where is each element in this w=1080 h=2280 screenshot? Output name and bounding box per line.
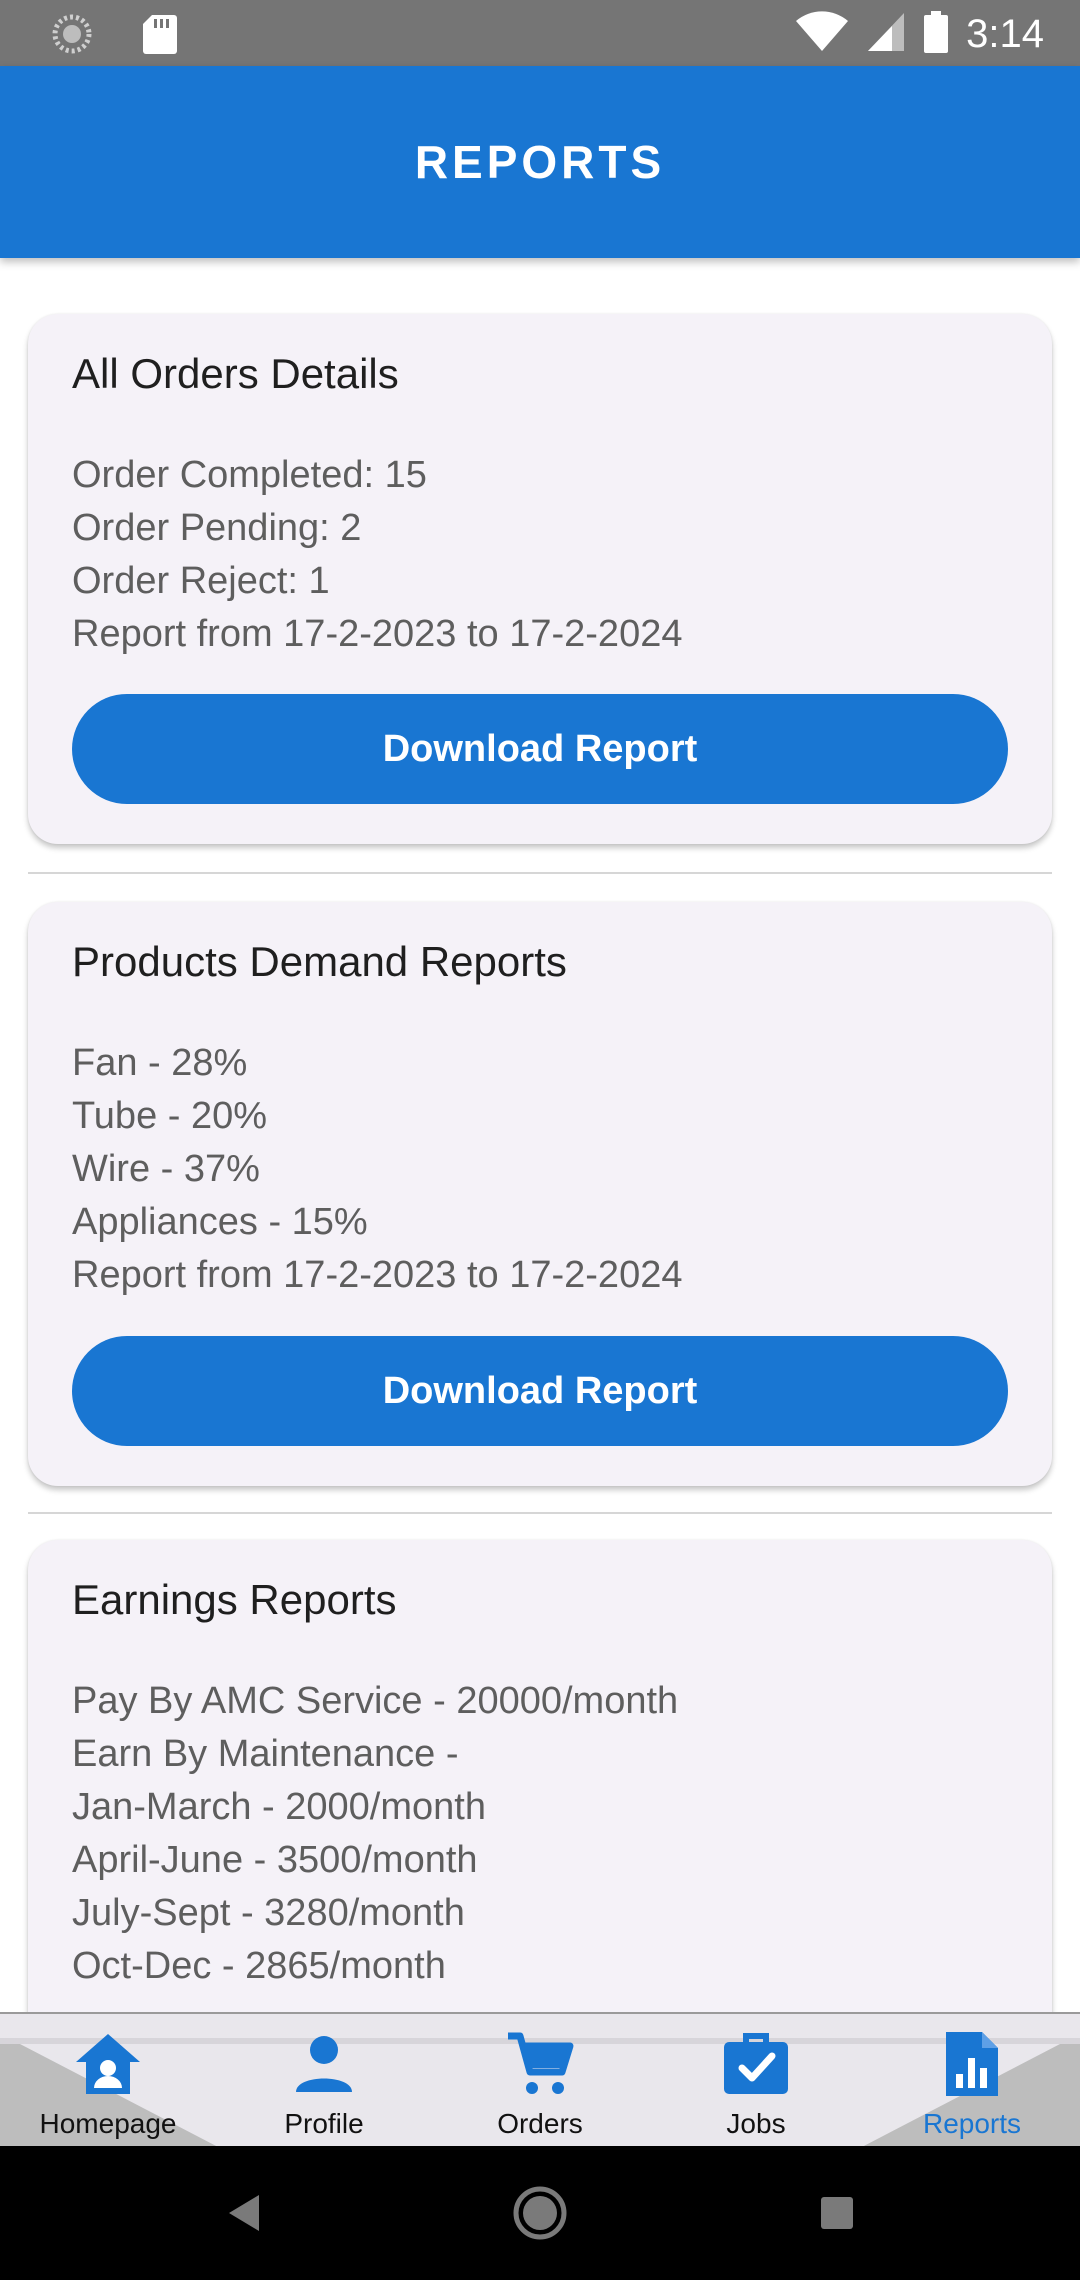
report-range-text: Report from 17-2-2023 to 17-2-2024: [72, 1254, 683, 1296]
card-title: Products Demand Reports: [72, 938, 567, 985]
order-reject-text: Order Reject: 1: [72, 560, 330, 602]
nav-label: Orders: [497, 2108, 583, 2139]
nav-item-reports[interactable]: Reports: [864, 2028, 1080, 2146]
nav-item-orders[interactable]: Orders: [432, 2028, 648, 2146]
nav-label: Homepage: [39, 2108, 177, 2139]
status-time: 3:14: [966, 12, 1044, 56]
system-navigation-bar: [0, 2146, 1080, 2280]
status-bar: 3:14: [0, 0, 1080, 66]
battery-icon: [922, 10, 950, 59]
earnings-card: Earnings Reports Pay By AMC Service - 20…: [28, 1540, 1052, 2012]
divider: [28, 872, 1052, 874]
report-range-text: Report from 17-2-2023 to 17-2-2024: [72, 613, 683, 655]
q3-earning-text: July-Sept - 3280/month: [72, 1892, 465, 1934]
recents-icon[interactable]: [800, 2176, 874, 2250]
q4-earning-text: Oct-Dec - 2865/month: [72, 1945, 446, 1987]
maintenance-earning-text: Earn By Maintenance -: [72, 1733, 459, 1775]
app-bar: REPORTS: [0, 66, 1080, 258]
tube-demand-text: Tube - 20%: [72, 1095, 268, 1137]
page-title: REPORTS: [414, 136, 666, 188]
nav-label: Profile: [284, 2108, 364, 2139]
home-circle-icon[interactable]: [503, 2176, 577, 2250]
sd-card-icon: [142, 13, 178, 60]
signal-icon: [866, 11, 906, 58]
reports-screen: 3:14 REPORTS All Orders Details Order Co…: [0, 0, 1080, 2280]
order-pending-text: Order Pending: 2: [72, 507, 362, 549]
download-report-button[interactable]: Download Report: [72, 1336, 1008, 1446]
report-chart-icon: [946, 2032, 998, 2096]
loading-icon: [50, 12, 94, 61]
card-title: All Orders Details: [72, 350, 399, 397]
nav-label: Jobs: [726, 2108, 786, 2139]
home-icon: [76, 2034, 140, 2094]
q2-earning-text: April-June - 3500/month: [72, 1839, 478, 1881]
wire-demand-text: Wire - 37%: [72, 1148, 260, 1190]
fan-demand-text: Fan - 28%: [72, 1042, 248, 1084]
amc-earning-text: Pay By AMC Service - 20000/month: [72, 1680, 679, 1722]
download-report-button[interactable]: Download Report: [72, 694, 1008, 804]
reports-list[interactable]: All Orders Details Order Completed: 15 O…: [0, 258, 1080, 2012]
all-orders-card: All Orders Details Order Completed: 15 O…: [28, 314, 1052, 844]
bottom-navigation: Homepage Profile Orders Jobs Reports: [0, 2012, 1080, 2146]
nav-item-homepage[interactable]: Homepage: [0, 2028, 216, 2146]
wifi-icon: [794, 11, 850, 58]
back-icon[interactable]: [206, 2176, 280, 2250]
nav-item-profile[interactable]: Profile: [216, 2028, 432, 2146]
briefcase-check-icon: [724, 2033, 788, 2094]
nav-label: Reports: [922, 2108, 1022, 2139]
order-completed-text: Order Completed: 15: [72, 454, 427, 496]
divider: [28, 1512, 1052, 1514]
card-title: Earnings Reports: [72, 1576, 397, 1623]
cart-icon: [508, 2032, 574, 2094]
person-icon: [296, 2036, 352, 2092]
appliances-demand-text: Appliances - 15%: [72, 1201, 368, 1243]
products-demand-card: Products Demand Reports Fan - 28% Tube -…: [28, 902, 1052, 1486]
q1-earning-text: Jan-March - 2000/month: [72, 1786, 486, 1828]
nav-item-jobs[interactable]: Jobs: [648, 2028, 864, 2146]
